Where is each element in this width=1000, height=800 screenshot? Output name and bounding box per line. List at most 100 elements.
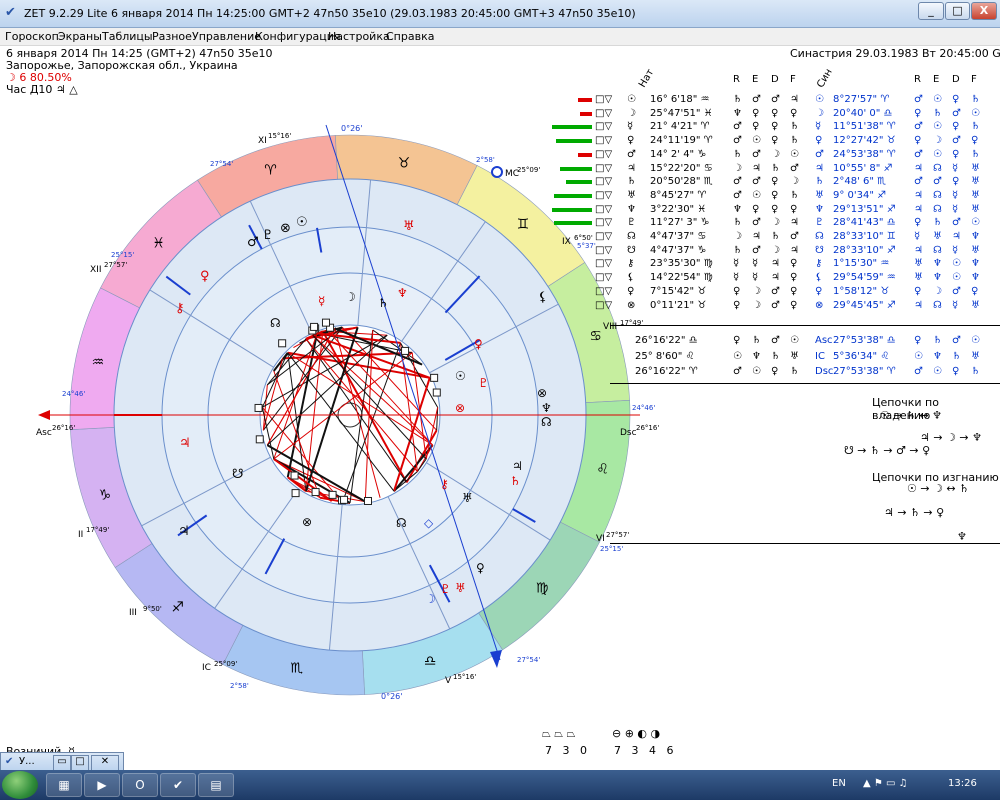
synastry-position: 9° 0'34" ♐	[833, 189, 887, 201]
table-row[interactable]: □▽ ☉ 16° 6'18" ♒ ♄ ♂ ♂ ♃ ☉ 8°27'57" ♈ ♂ ☉ ♀ ♄	[550, 94, 1000, 108]
table-row[interactable]: □▽ ⚸ 14°22'54" ♍ ☿ ☿ ♃ ♀ ⚸ 29°54'59" ♒ ♅ ♆ ☉ ♆	[550, 272, 1000, 286]
ruler-f2: ♄	[971, 121, 980, 133]
table-row[interactable]: □▽ ♀ 7°15'42" ♉ ♀ ☽ ♂ ♀ ♀ 1°58'12" ♉ ♀ ☽ ♂ ♀	[550, 286, 1000, 300]
restore-button[interactable]: ▭	[53, 755, 71, 771]
table-row[interactable]: □▽ ⚷ 23°35'30" ♍ ☿ ☿ ♃ ♀ ⚷ 1°15'30" ♒ ♅ ♆ ☉ ♆	[550, 258, 1000, 272]
house-vi-label: VI	[596, 534, 605, 544]
synastry-planet: ☉	[815, 94, 824, 105]
table-row[interactable]: □▽ ♅ 8°45'27" ♈ ♂ ☉ ♀ ♄ ♅ 9° 0'34" ♐ ♃ ☊ ☿ ♅	[550, 190, 1000, 204]
ruler-r2: ♃	[914, 162, 923, 174]
ruler-e: ♄	[752, 335, 761, 346]
natal-position: 26°16'22" ♎	[635, 335, 698, 346]
synastry-planet: Asc	[815, 335, 833, 346]
natal-position: 4°47'37" ♋	[650, 231, 707, 242]
clock[interactable]: 13:26	[948, 778, 977, 789]
synastry-position: 8°27'57" ♈	[833, 94, 890, 105]
table-row[interactable]: □▽ ♀ 24°11'19" ♈ ♂ ☉ ♀ ♄ ♀ 12°27'42" ♉ ♀ ☽ ♂ ♀	[550, 135, 1000, 149]
planet-natal-icon: ♀	[627, 285, 635, 297]
maximize-mini-button[interactable]: □	[71, 755, 89, 771]
table-row[interactable]: □▽ ♄ 20°50'28" ♏ ♂ ♂ ♀ ☽ ♄ 2°48' 6" ♏ ♂ ♂ ♀ ♅	[550, 176, 1000, 190]
ruler-r2: ♅	[914, 272, 923, 284]
synastry-position: 29°54'59" ♒	[833, 272, 896, 284]
synastry-position: 29°45'45" ♐	[833, 299, 896, 311]
mc-deg: 25°09'	[517, 166, 540, 174]
natal-position: 16° 6'18" ♒	[650, 94, 710, 105]
ruler-f2: ☉	[971, 217, 980, 229]
ruler-f2: ♅	[971, 350, 980, 362]
aspect-marker	[363, 496, 372, 505]
aspect-marker	[401, 346, 410, 355]
strength-bar	[552, 207, 592, 212]
ruler-d2: ♂	[952, 217, 961, 229]
asc-deg: 26°16'	[52, 424, 75, 432]
ruler-e2: ☊	[933, 244, 942, 256]
close-mini-button[interactable]: ✕	[91, 755, 119, 771]
ruler-f: ♅	[790, 350, 799, 362]
table-row[interactable]: □▽ ♃ 15°22'20" ♋ ☽ ♃ ♄ ♂ ♃ 10°55' 8" ♐ ♃ ☊ ☿ ♅	[550, 163, 1000, 177]
media-player-icon[interactable]: ▶	[84, 773, 120, 797]
cusp-deg-2754a: 27°54'	[210, 160, 233, 168]
aspect-box-icons: □▽	[595, 299, 613, 311]
zet-app-icon[interactable]: ✔	[160, 773, 196, 797]
ruler-r: ♂	[733, 135, 742, 147]
element-counts-a: 7 3 0	[545, 744, 587, 757]
minimized-window[interactable]: ✔ У... ▭ □ ✕	[0, 752, 124, 772]
ruler-f: ♀	[790, 285, 798, 297]
aspect-box-icons: □▽	[595, 94, 613, 105]
table-row[interactable]: □▽ ♂ 14° 2' 4" ♑ ♄ ♂ ☽ ☉ ♂ 24°53'38" ♈ ♂ ☉ ♀ ♄	[550, 149, 1000, 163]
table-row[interactable]: □▽ ☊ 4°47'37" ♋ ☽ ♃ ♄ ♂ ☊ 28°33'10" ♊ ☿ ♅ ♃ ♆	[550, 231, 1000, 245]
ruler-r: ♄	[733, 244, 742, 256]
dsc-deg: 26°16'	[636, 424, 659, 432]
ruler-e2: ☉	[933, 94, 942, 105]
zodiac-glyph-0: ♈	[264, 163, 277, 179]
minimized-app-icon: ✔	[5, 756, 14, 767]
ruler-e2: ☉	[933, 148, 942, 160]
planet-venus-natal: ♀	[200, 269, 210, 284]
zodiac-glyph-1: ♉	[398, 156, 411, 172]
planet-natal-icon: ⊗	[627, 299, 636, 311]
ruler-e2: ☉	[933, 121, 942, 133]
tray-icons[interactable]: ▲ ⚑ ▭ ♫	[863, 778, 908, 789]
ruler-f2: ☉	[971, 107, 980, 119]
planet-natal-icon: ☉	[627, 94, 636, 105]
header-f: F	[790, 74, 796, 85]
ruler-f: ♀	[790, 272, 798, 284]
table-divider	[610, 325, 1000, 326]
table-row[interactable]: □▽ ⊗ 0°11'21" ♉ ♀ ☽ ♂ ♀ ⊗ 29°45'45" ♐ ♃ ☊ ☿ ♅	[550, 300, 1000, 314]
natal-position: 4°47'37" ♑	[650, 244, 707, 256]
house-vi-deg: 27°57'	[606, 531, 629, 539]
planet-natal-icon: ♂	[627, 148, 636, 160]
planet-natal-icon: ☋	[627, 244, 636, 256]
ruler-r: ♄	[733, 148, 742, 160]
ruler-e2: ♄	[933, 217, 942, 229]
table-row[interactable]: 26°16'22" ♎ ♀ ♄ ♂ ☉ Asc 27°53'38" ♎ ♀ ♄ ♂ ☉	[550, 335, 1000, 349]
table-row[interactable]: □▽ ☿ 21° 4'21" ♈ ♂ ♀ ♀ ♄ ☿ 11°51'38" ♈ ♂ ☉ ♀ ♄	[550, 121, 1000, 135]
natal-position: 14° 2' 4" ♑	[650, 148, 707, 160]
dsc-label: Dsc	[620, 428, 637, 438]
language-indicator[interactable]: EN	[832, 778, 846, 789]
aspect-box-icons: □▽	[595, 162, 613, 174]
planet-natal-icon: ♆	[627, 203, 636, 215]
office-icon[interactable]: O	[122, 773, 158, 797]
table-row[interactable]: □▽ ♆ 3°22'30" ♓ ♆ ♀ ♀ ♀ ♆ 29°13'51" ♐ ♃ ☊ ☿ ♅	[550, 204, 1000, 218]
ruler-d: ♂	[771, 94, 780, 105]
table-row[interactable]: 25° 8'60" ♌ ☉ ♆ ♄ ♅ IC 5°36'34" ♌ ☉ ♆ ♄ ♅	[550, 351, 1000, 365]
aspect-marker	[311, 488, 320, 497]
table-row[interactable]: 26°16'22" ♈ ♂ ☉ ♀ ♄ Dsc 27°53'38" ♈ ♂ ☉ ♀ ♄	[550, 366, 1000, 380]
zodiac-glyph-10: ♒	[92, 354, 105, 370]
table-row[interactable]: □▽ ☋ 4°47'37" ♑ ♄ ♂ ☽ ♃ ☋ 28°33'10" ♐ ♃ ☊ ☿ ♅	[550, 245, 1000, 259]
planet-jupiter-syn: ♃	[512, 459, 523, 473]
start-button[interactable]	[2, 771, 38, 799]
table-row[interactable]: □▽ ☽ 25°47'51" ♓ ♆ ♀ ♀ ♀ ☽ 20°40' 0" ♎ ♀ ♄ ♂ ☉	[550, 108, 1000, 122]
calculator-icon[interactable]: ▦	[46, 773, 82, 797]
ruler-d2: ♀	[952, 148, 960, 160]
folder-icon[interactable]: ▤	[198, 773, 234, 797]
ruler-e2: ♂	[933, 176, 942, 188]
ruler-e: ♂	[752, 217, 761, 229]
zodiac-glyph-11: ♓	[152, 235, 165, 251]
synastry-planet: ♀	[815, 285, 823, 297]
natal-position: 11°27' 3" ♑	[650, 217, 710, 229]
planet-moon-b-syn: ☽	[425, 592, 436, 606]
ruler-e2: ♄	[933, 107, 942, 119]
table-row[interactable]: □▽ ♇ 11°27' 3" ♑ ♄ ♂ ☽ ♃ ♇ 28°41'43" ♎ ♀ ♄ ♂ ☉	[550, 217, 1000, 231]
